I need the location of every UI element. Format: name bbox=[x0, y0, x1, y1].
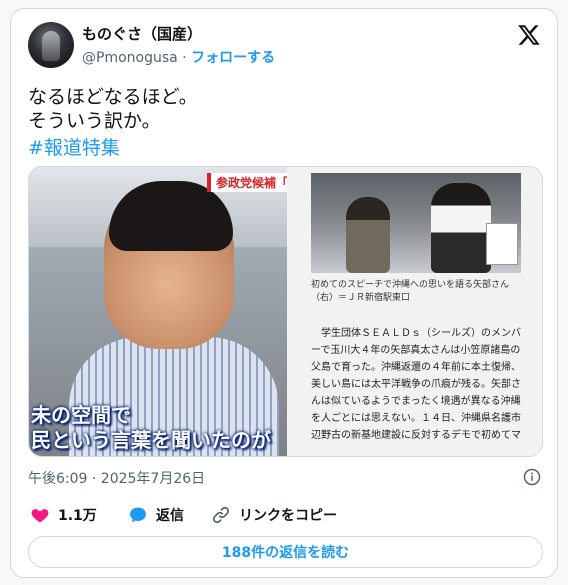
x-logo-icon[interactable] bbox=[517, 23, 541, 47]
like-button[interactable]: 1.1万 bbox=[30, 505, 97, 525]
photo-paper-sign bbox=[486, 223, 518, 265]
newspaper-photo-caption: 初めてのスピーチで沖縄への思いを語る矢部さん（右）＝ＪＲ新宿駅東口 bbox=[311, 280, 510, 303]
newspaper-clipping-image[interactable]: 初めてのスピーチで沖縄への思いを語る矢部さん（右）＝ＪＲ新宿駅東口 学生団体ＳＥ… bbox=[287, 167, 542, 456]
tweet-media[interactable]: 参政党候補「未 未の空間で 民という言葉を聞いたのが 初めてのスピーチで沖縄への… bbox=[28, 166, 543, 457]
like-count: 1.1万 bbox=[58, 508, 97, 524]
info-icon[interactable] bbox=[523, 468, 541, 486]
newspaper-photo bbox=[311, 173, 521, 273]
tweet-text: なるほどなるほど。 そういう訳か。 bbox=[28, 86, 198, 132]
copy-link-label: リンクをコピー bbox=[239, 508, 337, 524]
tv-subtitle-line2: 民という言葉を聞いたのが bbox=[31, 428, 271, 452]
avatar[interactable] bbox=[28, 22, 74, 68]
heart-icon bbox=[31, 509, 49, 523]
photo-person-left bbox=[346, 197, 390, 273]
action-bar: 1.1万 返信 リンクをコピー bbox=[28, 505, 543, 529]
copy-link-button[interactable]: リンクをコピー bbox=[211, 505, 337, 525]
tweet-card: ものぐさ（国産） @Pmonogusa · フォローする なるほどなるほど。 そ… bbox=[10, 8, 558, 578]
link-icon bbox=[212, 506, 230, 524]
handle-separator: · bbox=[177, 50, 192, 66]
tv-overlay-label: 参政党候補「未 bbox=[207, 173, 287, 192]
photo-person-right bbox=[431, 183, 491, 273]
follow-button[interactable]: フォローする bbox=[191, 50, 275, 66]
author-handle[interactable]: @Pmonogusa bbox=[82, 50, 178, 66]
tv-subtitle: 未の空間で 民という言葉を聞いたのが bbox=[29, 403, 287, 453]
newspaper-article-text: 学生団体ＳＥＡＬＤｓ（シールズ）のメンバーで玉川大４年の矢部真太さんは小笠原諸島… bbox=[311, 328, 521, 441]
read-replies-button[interactable]: 188件の返信を読む bbox=[28, 536, 543, 568]
author-handle-row: @Pmonogusa · フォローする bbox=[82, 47, 275, 67]
tv-screenshot-image[interactable]: 参政党候補「未 未の空間で 民という言葉を聞いたのが bbox=[29, 167, 287, 456]
reply-label: 返信 bbox=[156, 508, 184, 524]
tweet-timestamp[interactable]: 午後6:09 · 2025年7月26日 bbox=[28, 468, 205, 488]
author-name[interactable]: ものぐさ（国産） bbox=[82, 23, 202, 44]
tv-subtitle-line1: 未の空間で bbox=[31, 403, 131, 427]
reply-bubble-icon bbox=[130, 507, 146, 523]
hashtag-link[interactable]: #報道特集 bbox=[28, 133, 120, 160]
reply-button[interactable]: 返信 bbox=[128, 505, 184, 525]
